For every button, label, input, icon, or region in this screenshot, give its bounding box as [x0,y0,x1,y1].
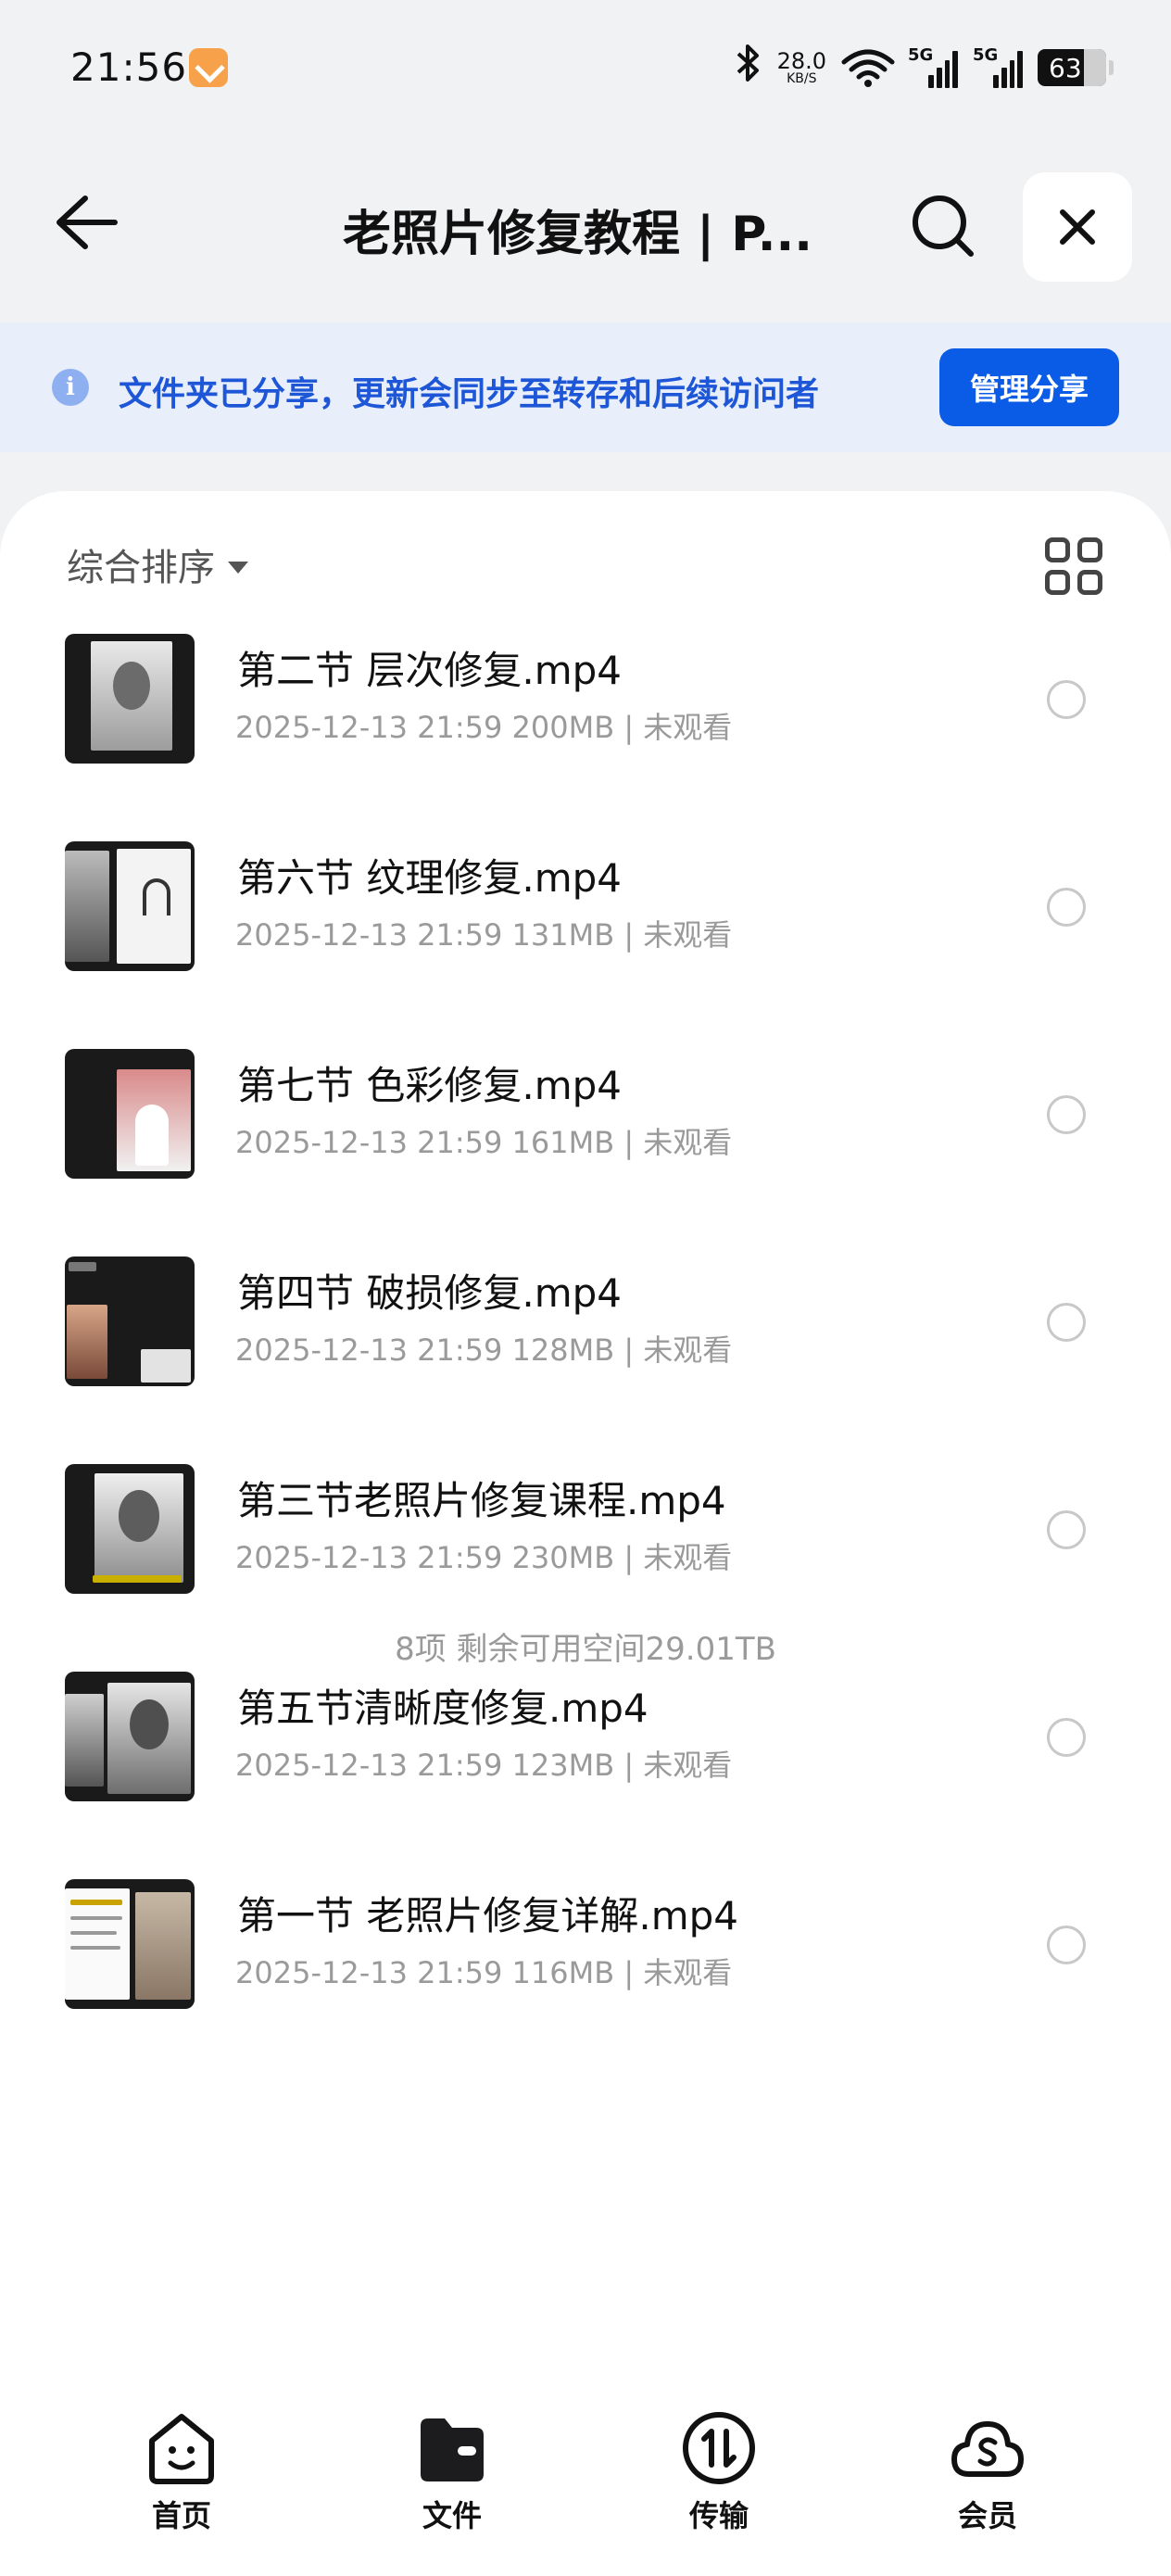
cell-signal-1-icon: 5G [908,45,958,88]
nav-item-files[interactable]: 文件 [397,2409,508,2535]
nav-label: 文件 [422,2498,482,2533]
back-button[interactable] [50,185,124,259]
file-meta: 2025-12-13 21:59 131MB | 未观看 [235,917,733,953]
file-name: 第四节 破损修复.mp4 [237,1270,622,1316]
file-name: 第一节 老照片修复详解.mp4 [237,1893,738,1938]
file-item[interactable]: 第五节清晰度修复.mp4 2025-12-13 21:59 123MB | 未观… [0,1668,1171,1875]
sort-label: 综合排序 [67,547,215,589]
video-thumbnail [65,1464,195,1594]
file-list: 第二节 层次修复.mp4 2025-12-13 21:59 200MB | 未观… [0,630,1171,2083]
share-banner-text: 文件夹已分享，更新会同步至转存和后续访问者 [119,375,820,413]
file-name: 第二节 层次修复.mp4 [237,648,622,693]
file-meta: 2025-12-13 21:59 123MB | 未观看 [235,1748,733,1783]
cell-signal-1-label: 5G [908,45,934,65]
back-arrow-icon [57,196,118,249]
folder-icon [413,2409,491,2487]
select-checkbox[interactable] [1047,1718,1086,1757]
video-thumbnail [65,1049,195,1179]
file-name: 第五节清晰度修复.mp4 [237,1686,648,1731]
select-checkbox[interactable] [1047,888,1086,927]
select-checkbox[interactable] [1047,1303,1086,1342]
network-speed-unit: KB/S [787,71,817,86]
file-meta: 2025-12-13 21:59 116MB | 未观看 [235,1955,733,1990]
nav-item-home[interactable]: 首页 [126,2409,237,2535]
status-indicators: 28.0 KB/S 5G 5G 63 [735,41,1114,95]
file-item[interactable]: 第一节 老照片修复详解.mp4 2025-12-13 21:59 116MB |… [0,1875,1171,2083]
select-checkbox[interactable] [1047,1095,1086,1134]
battery-level: 63 [1049,52,1082,83]
share-banner: i 文件夹已分享，更新会同步至转存和后续访问者 管理分享 [0,322,1171,452]
file-meta: 2025-12-13 21:59 230MB | 未观看 [235,1540,733,1575]
cell-signal-2-icon: 5G [973,45,1023,88]
file-panel: 综合排序 第二节 层次修复.mp4 2025-12-13 21:59 200MB… [0,491,1171,2576]
video-thumbnail [65,1672,195,1801]
video-thumbnail [65,634,195,764]
manage-share-button[interactable]: 管理分享 [939,348,1119,426]
file-item[interactable]: 第二节 层次修复.mp4 2025-12-13 21:59 200MB | 未观… [0,630,1171,838]
grid-view-icon[interactable] [1045,537,1102,595]
file-meta: 2025-12-13 21:59 128MB | 未观看 [235,1332,733,1368]
bluetooth-icon [735,43,762,93]
video-thumbnail [65,841,195,971]
home-face-icon [143,2409,220,2487]
app-notification-icon [189,48,228,87]
info-icon: i [52,369,89,406]
file-name: 第七节 色彩修复.mp4 [237,1063,622,1108]
search-button[interactable] [908,191,978,261]
file-item[interactable]: 第四节 破损修复.mp4 2025-12-13 21:59 128MB | 未观… [0,1253,1171,1460]
caret-down-icon [228,561,248,574]
file-name: 第三节老照片修复课程.mp4 [237,1478,726,1523]
select-checkbox[interactable] [1047,680,1086,719]
video-thumbnail [65,1256,195,1386]
nav-label: 传输 [688,2498,749,2533]
nav-label: 会员 [957,2498,1017,2533]
nav-item-transfer[interactable]: 传输 [663,2409,774,2535]
network-speed: 28.0 KB/S [777,50,826,85]
cell-signal-2-label: 5G [973,45,999,65]
status-bar: 21:56 28.0 KB/S 5G 5G 63 [0,0,1171,139]
wifi-icon [841,49,895,87]
member-cloud-icon [949,2409,1026,2487]
file-meta: 2025-12-13 21:59 200MB | 未观看 [235,710,733,745]
battery-icon: 63 [1038,49,1114,86]
close-icon [1060,209,1095,245]
video-thumbnail [65,1879,195,2009]
close-button[interactable] [1023,172,1132,282]
status-time: 21:56 [70,44,188,90]
sort-button[interactable]: 综合排序 [67,537,248,591]
file-item[interactable]: 第七节 色彩修复.mp4 2025-12-13 21:59 161MB | 未观… [0,1045,1171,1253]
network-speed-value: 28.0 [776,48,826,74]
file-meta: 2025-12-13 21:59 161MB | 未观看 [235,1125,733,1160]
page-title: 老照片修复教程 | P... [343,207,813,262]
nav-item-member[interactable]: 会员 [932,2409,1043,2535]
nav-label: 首页 [151,2498,211,2533]
storage-summary: 8项 剩余可用空间29.01TB [395,1631,776,1668]
header: 老照片修复教程 | P... [0,158,1171,297]
select-checkbox[interactable] [1047,1510,1086,1549]
file-item[interactable]: 第六节 纹理修复.mp4 2025-12-13 21:59 131MB | 未观… [0,838,1171,1045]
bottom-nav: 首页 文件 传输 会员 [0,2381,1171,2576]
search-icon [913,196,974,257]
file-name: 第六节 纹理修复.mp4 [237,855,622,901]
select-checkbox[interactable] [1047,1926,1086,1964]
transfer-icon [680,2409,758,2487]
